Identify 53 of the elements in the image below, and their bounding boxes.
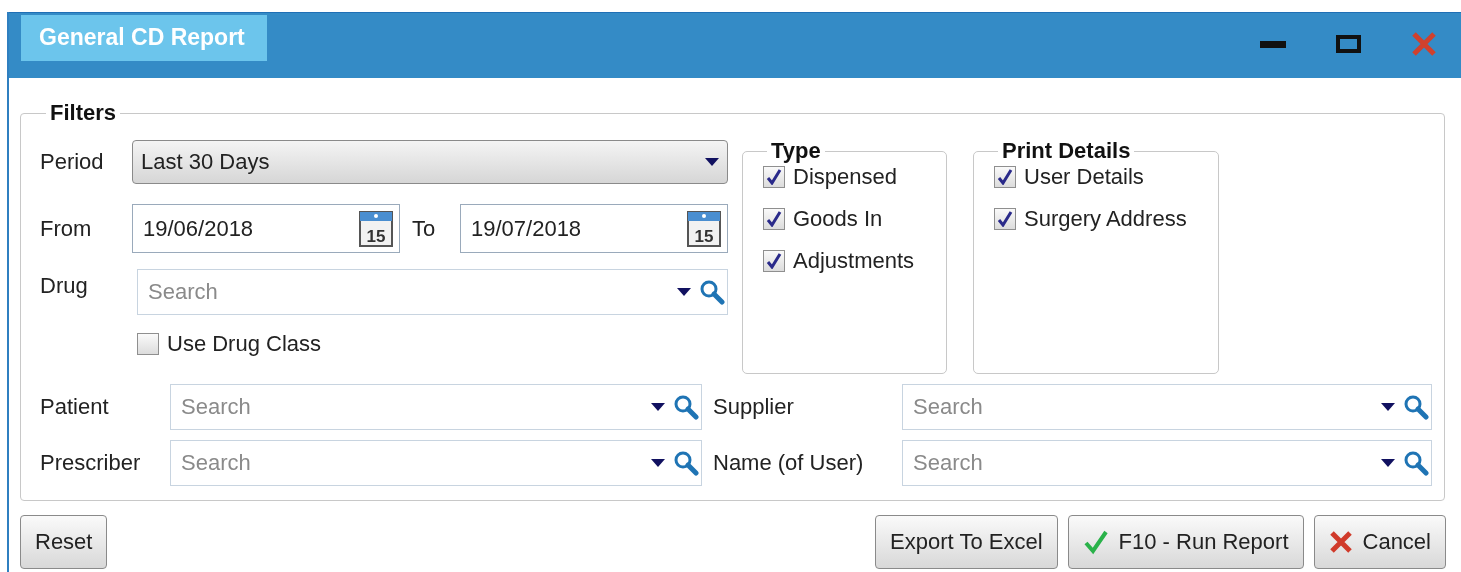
search-field[interactable]: Search xyxy=(902,440,1432,486)
run-button[interactable]: F10 - Run Report xyxy=(1067,515,1304,569)
field-label: Prescriber xyxy=(40,450,142,476)
cancel-button[interactable]: Cancel xyxy=(1313,515,1446,569)
search-icon[interactable] xyxy=(673,394,699,420)
search-icon[interactable] xyxy=(1403,394,1429,420)
period-dropdown[interactable]: Last 30 Days xyxy=(132,140,728,184)
field-label: Name (of User) xyxy=(713,450,865,476)
checkbox[interactable] xyxy=(994,166,1016,188)
group-title: Filters xyxy=(49,100,118,126)
checkbox-label: Use Drug Class xyxy=(167,331,322,357)
search-icon[interactable] xyxy=(673,450,699,476)
field-label: Period xyxy=(40,149,105,175)
group-title: Print Details xyxy=(1001,138,1132,164)
checkbox-label: Dispensed xyxy=(793,164,897,190)
field-label: From xyxy=(40,215,93,242)
window-title: General CD Report xyxy=(21,15,267,61)
close-icon xyxy=(1328,530,1353,554)
checkbox-label: Surgery Address xyxy=(1024,206,1187,232)
search-field[interactable]: Search xyxy=(170,384,702,430)
checkbox[interactable] xyxy=(763,166,785,188)
caret-icon xyxy=(705,158,719,166)
search-field[interactable]: Search xyxy=(137,269,728,315)
date-field[interactable]: 19/06/2018 15 xyxy=(132,204,400,253)
caret-icon xyxy=(677,288,691,296)
caret-icon xyxy=(651,459,665,467)
checkbox[interactable] xyxy=(763,208,785,230)
caret-icon xyxy=(651,403,665,411)
field-label: Drug xyxy=(40,273,89,299)
maximize-icon[interactable] xyxy=(1336,35,1361,53)
export-button[interactable]: Export To Excel xyxy=(875,515,1058,569)
field-label: Supplier xyxy=(713,394,795,420)
caret-icon xyxy=(1381,403,1395,411)
calendar-icon[interactable]: 15 xyxy=(359,210,393,247)
checkbox-label: Goods In xyxy=(793,206,883,232)
field-label: To xyxy=(411,215,437,242)
checkbox[interactable] xyxy=(994,208,1016,230)
minimize-icon[interactable] xyxy=(1260,40,1286,48)
search-field[interactable]: Search xyxy=(902,384,1432,430)
caret-icon xyxy=(1381,459,1395,467)
search-field[interactable]: Search xyxy=(170,440,702,486)
checkbox[interactable] xyxy=(763,250,785,272)
search-icon[interactable] xyxy=(699,279,725,305)
calendar-icon[interactable]: 15 xyxy=(687,210,721,247)
checkbox-label: Adjustments xyxy=(793,248,915,274)
group-title: Type xyxy=(770,138,822,164)
search-icon[interactable] xyxy=(1403,450,1429,476)
checkmark-icon xyxy=(1082,529,1109,555)
checkbox-label: User Details xyxy=(1024,164,1144,190)
field-label: Patient xyxy=(40,394,110,420)
date-field[interactable]: 19/07/2018 15 xyxy=(460,204,728,253)
checkbox[interactable] xyxy=(137,333,159,355)
reset-button[interactable]: Reset xyxy=(20,515,108,569)
